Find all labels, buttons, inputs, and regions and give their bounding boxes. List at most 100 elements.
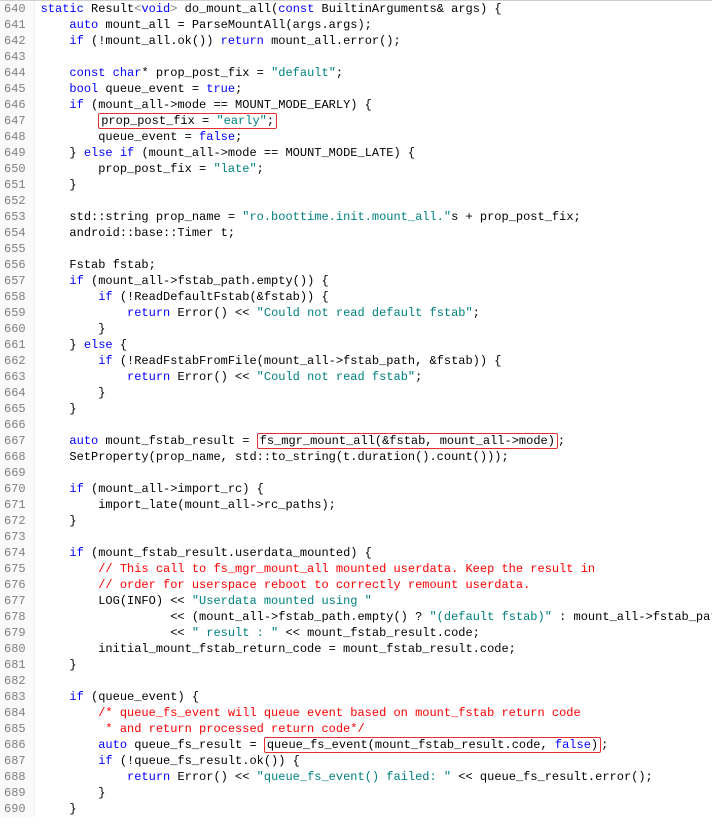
code-line: } (41, 321, 712, 337)
line-number: 667 (4, 433, 26, 449)
code-token: } (41, 322, 106, 336)
code-token: "Could not read default fstab" (257, 306, 473, 320)
code-token: return (127, 306, 170, 320)
line-number: 678 (4, 609, 26, 625)
line-number: 683 (4, 689, 26, 705)
code-token (113, 146, 120, 160)
code-token: { (113, 338, 127, 352)
code-token: ; (558, 434, 565, 448)
code-token (41, 434, 70, 448)
line-number: 659 (4, 305, 26, 321)
code-token: import_late(mount_all->rc_paths); (41, 498, 336, 512)
code-line: // order for userspace reboot to correct… (41, 577, 712, 593)
code-line: const char* prop_post_fix = "default"; (41, 65, 712, 81)
code-token: "early" (216, 114, 266, 128)
code-token (41, 562, 99, 576)
code-line: return Error() << "Could not read fstab"… (41, 369, 712, 385)
code-line: } (41, 785, 712, 801)
code-line: Fstab fstab; (41, 257, 712, 273)
code-token: (mount_fstab_result.userdata_mounted) { (84, 546, 372, 560)
code-token: ; (257, 162, 264, 176)
code-line: } (41, 801, 712, 817)
line-number: 666 (4, 417, 26, 433)
code-token: if (69, 34, 83, 48)
code-token: SetProperty(prop_name, std::to_string(t.… (41, 450, 509, 464)
code-line (41, 417, 712, 433)
line-number: 674 (4, 545, 26, 561)
line-number: 658 (4, 289, 26, 305)
code-token: auto (69, 18, 98, 32)
code-token: "Could not read fstab" (257, 370, 415, 384)
code-token: Error() << (170, 306, 256, 320)
code-token: ; (235, 130, 242, 144)
code-token: (!ReadFstabFromFile(mount_all->fstab_pat… (113, 354, 502, 368)
code-line: import_late(mount_all->rc_paths); (41, 497, 712, 513)
code-token: Result (91, 2, 134, 16)
code-token: if (69, 482, 83, 496)
code-token (41, 354, 99, 368)
code-token: ; (267, 114, 274, 128)
code-token (41, 706, 99, 720)
code-line: * and return processed return code*/ (41, 721, 712, 737)
code-token: (queue_event) { (84, 690, 199, 704)
code-token (41, 290, 99, 304)
code-token: Fstab fstab; (41, 258, 156, 272)
code-token: queue_fs_result = (127, 738, 264, 752)
highlight-box: queue_fs_event(mount_fstab_result.code, … (264, 737, 601, 753)
code-token: (mount_all->fstab_path.empty()) { (84, 274, 329, 288)
line-number: 654 (4, 225, 26, 241)
line-number: 663 (4, 369, 26, 385)
code-line: // This call to fs_mgr_mount_all mounted… (41, 561, 712, 577)
code-token: BuiltinArguments& args) { (314, 2, 501, 16)
code-token (41, 274, 70, 288)
code-token: "default" (271, 66, 336, 80)
code-token: if (98, 290, 112, 304)
code-token: return (127, 370, 170, 384)
code-token: LOG(INFO) << (41, 594, 192, 608)
code-token (41, 114, 99, 128)
line-number: 680 (4, 641, 26, 657)
code-line (41, 529, 712, 545)
code-token (41, 370, 127, 384)
code-token (41, 98, 70, 112)
code-token: void (141, 2, 170, 16)
line-number: 664 (4, 385, 26, 401)
code-line: } else if (mount_all->mode == MOUNT_MODE… (41, 145, 712, 161)
line-number: 643 (4, 49, 26, 65)
code-token: prop_post_fix = (41, 162, 214, 176)
code-token: // order for userspace reboot to correct… (98, 578, 530, 592)
line-number: 669 (4, 465, 26, 481)
code-token (84, 2, 91, 16)
code-token (41, 18, 70, 32)
code-token: (mount_all->import_rc) { (84, 482, 264, 496)
line-number: 657 (4, 273, 26, 289)
code-token: * prop_post_fix = (141, 66, 271, 80)
line-number: 656 (4, 257, 26, 273)
line-number: 673 (4, 529, 26, 545)
line-number: 660 (4, 321, 26, 337)
line-number: 645 (4, 81, 26, 97)
code-token: prop_post_fix = (101, 114, 216, 128)
line-number: 668 (4, 449, 26, 465)
code-token: ; (601, 738, 608, 752)
code-line: return Error() << "queue_fs_event() fail… (41, 769, 712, 785)
line-number: 675 (4, 561, 26, 577)
line-number: 655 (4, 241, 26, 257)
code-line: auto queue_fs_result = queue_fs_event(mo… (41, 737, 712, 753)
code-token: else (84, 338, 113, 352)
code-line: /* queue_fs_event will queue event based… (41, 705, 712, 721)
code-token: } (41, 146, 84, 160)
code-token: (!ReadDefaultFstab(&fstab)) { (113, 290, 329, 304)
code-token: android::base::Timer t; (41, 226, 235, 240)
line-number: 682 (4, 673, 26, 689)
code-token: false (199, 130, 235, 144)
code-line: static Result<void> do_mount_all(const B… (41, 1, 712, 17)
line-number: 662 (4, 353, 26, 369)
line-number: 641 (4, 17, 26, 33)
line-number: 644 (4, 65, 26, 81)
code-line (41, 193, 712, 209)
code-token: if (69, 98, 83, 112)
code-token: "queue_fs_event() failed: " (257, 770, 451, 784)
code-line: initial_mount_fstab_return_code = mount_… (41, 641, 712, 657)
code-token: const (278, 2, 314, 16)
